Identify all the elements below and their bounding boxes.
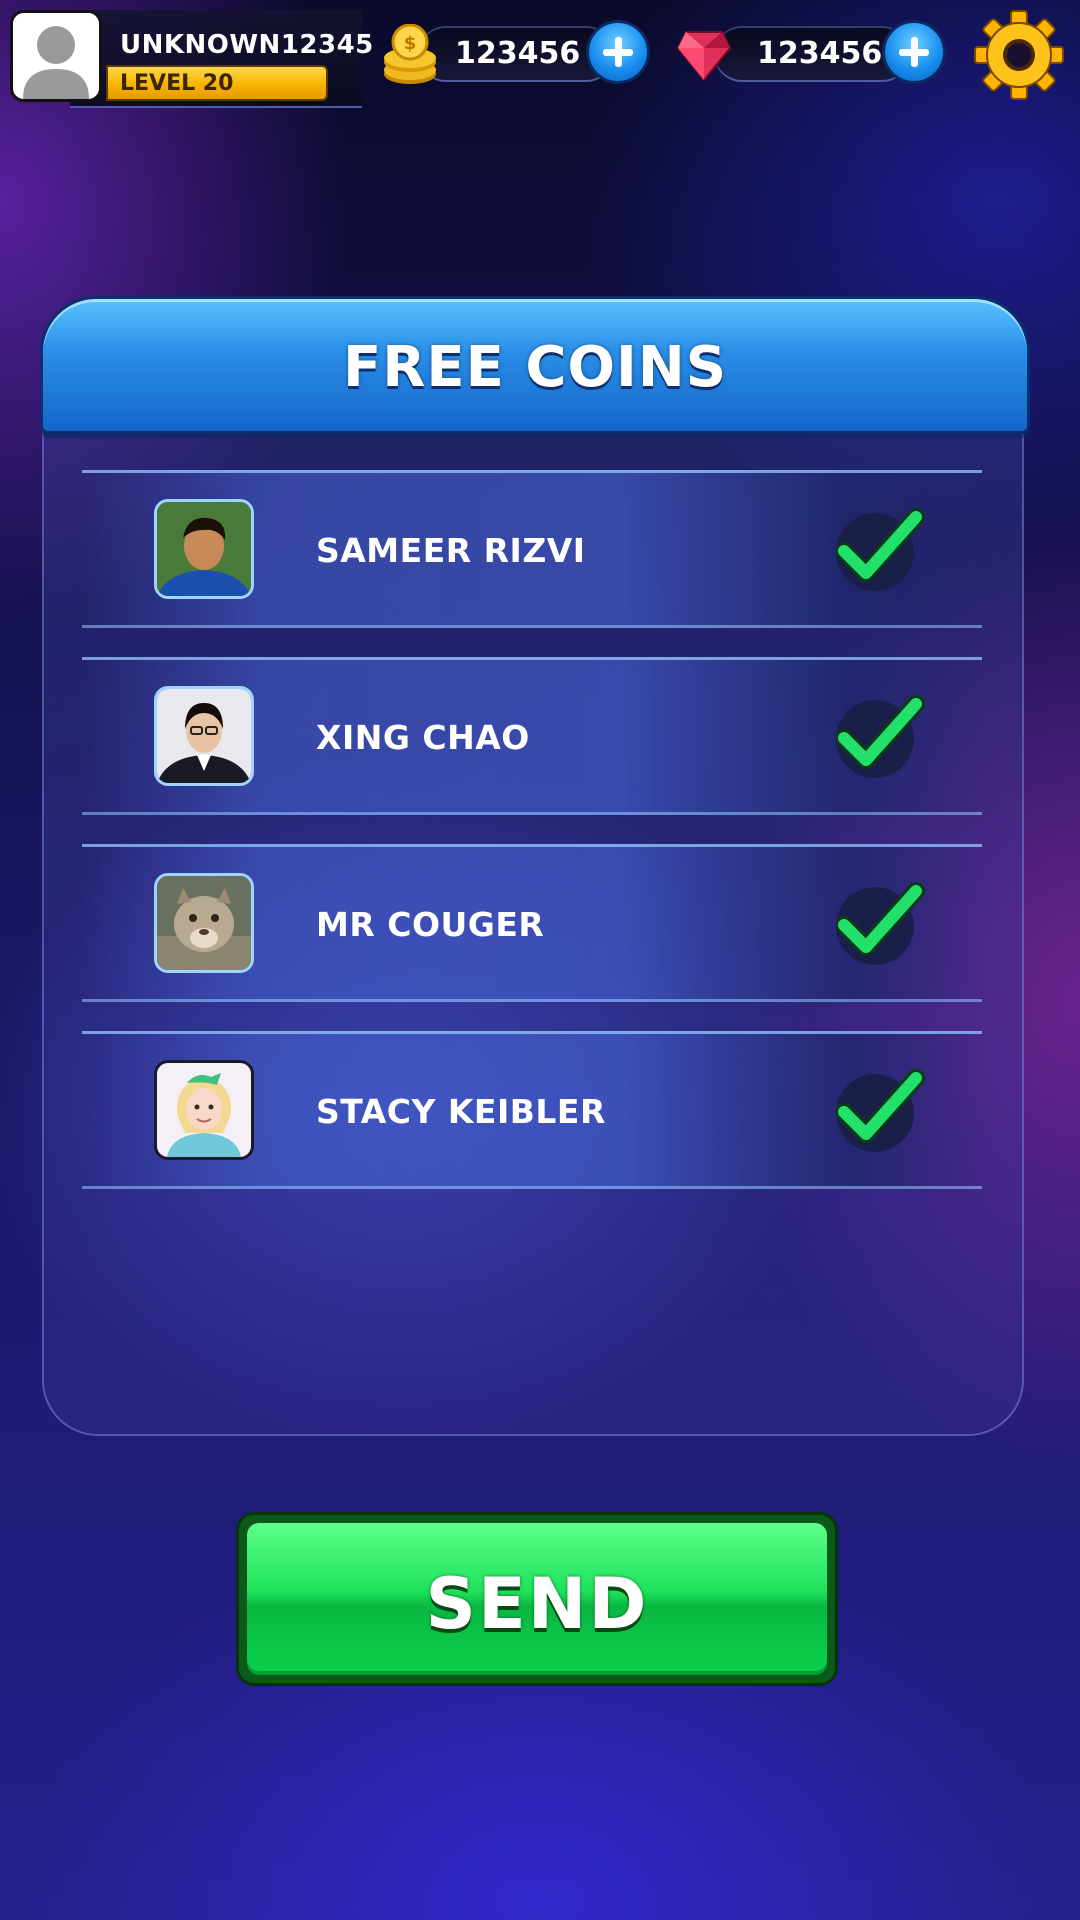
friend-photo [157, 689, 251, 783]
default-user-icon [13, 13, 99, 99]
gem-icon [676, 31, 732, 82]
checkmark-icon [836, 508, 925, 582]
friend-row[interactable]: STACY KEIBLER [82, 1031, 982, 1189]
add-gems-button[interactable] [882, 20, 946, 84]
gems-value: 123456 [757, 36, 883, 71]
friend-avatar [154, 1060, 254, 1160]
friend-select-toggle[interactable] [836, 882, 925, 965]
player-avatar[interactable] [10, 10, 102, 102]
friend-name: STACY KEIBLER [316, 1092, 606, 1131]
friend-row[interactable]: XING CHAO [82, 657, 982, 815]
friend-name: XING CHAO [316, 718, 530, 757]
friend-avatar [154, 686, 254, 786]
level-badge: LEVEL 20 [106, 65, 328, 101]
friend-select-toggle[interactable] [836, 1069, 925, 1152]
player-name: UNKNOWN12345 [120, 30, 374, 60]
send-button[interactable]: SEND [236, 1512, 838, 1686]
coins-counter: $ 123456 [380, 18, 652, 90]
friend-avatar [154, 499, 254, 599]
gear-icon [974, 10, 1064, 100]
settings-button[interactable] [974, 10, 1064, 100]
level-label: LEVEL 20 [120, 71, 234, 96]
svg-text:$: $ [404, 33, 417, 54]
friend-name: SAMEER RIZVI [316, 531, 586, 570]
checkmark-icon [836, 882, 925, 956]
friend-photo [157, 1063, 251, 1157]
send-button-label: SEND [425, 1563, 649, 1645]
friend-photo [157, 876, 251, 970]
friend-select-toggle[interactable] [836, 695, 925, 778]
coins-icon: $ [384, 24, 436, 84]
friend-row[interactable]: SAMEER RIZVI [82, 470, 982, 628]
friend-name: MR COUGER [316, 905, 545, 944]
friend-row[interactable]: MR COUGER [82, 844, 982, 1002]
add-coins-button[interactable] [586, 20, 650, 84]
friend-photo [157, 502, 251, 596]
coins-value: 123456 [455, 36, 581, 71]
player-profile[interactable]: UNKNOWN12345 LEVEL 20 [10, 10, 373, 108]
checkmark-icon [836, 1069, 925, 1143]
panel-header: FREE COINS [40, 296, 1030, 434]
friend-select-toggle[interactable] [836, 508, 925, 591]
friend-avatar [154, 873, 254, 973]
panel-title: FREE COINS [342, 335, 728, 400]
checkmark-icon [836, 695, 925, 769]
gems-counter: 123456 [676, 18, 948, 90]
